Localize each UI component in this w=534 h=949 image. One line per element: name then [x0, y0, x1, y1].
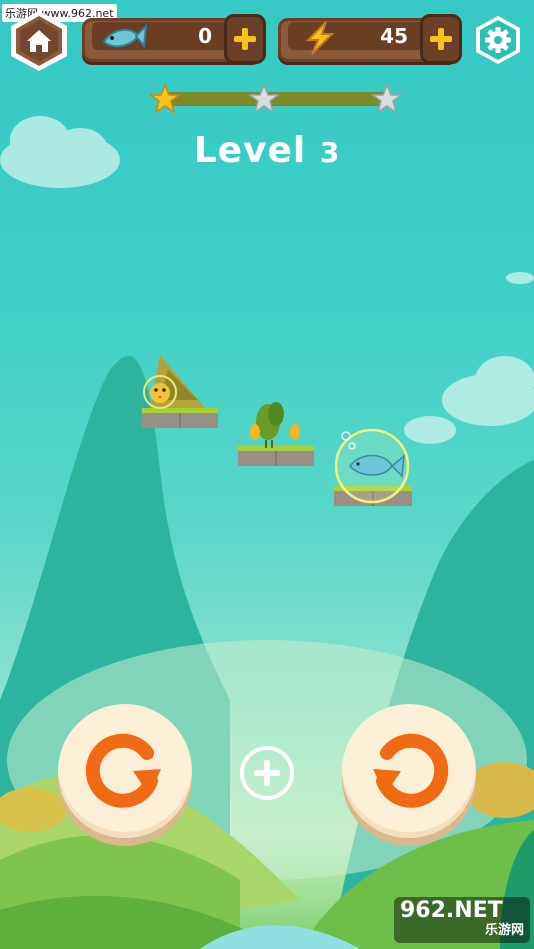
add-button[interactable]	[240, 746, 294, 800]
platform-2	[238, 402, 314, 466]
lightning-icon	[305, 21, 335, 55]
fish-count: 0	[198, 24, 212, 48]
settings-button[interactable]	[472, 14, 524, 66]
gear-icon	[476, 16, 520, 64]
level-number: 3	[319, 136, 341, 169]
rotate-left-icon	[85, 733, 161, 808]
watermark-bottom-big: 962.NET	[400, 898, 503, 923]
plus-icon	[254, 760, 280, 786]
add-energy-button[interactable]	[420, 14, 462, 64]
rotate-left-button[interactable]	[58, 704, 192, 838]
star-3-icon	[372, 84, 402, 114]
rotate-right-button[interactable]	[342, 704, 476, 838]
platform-3	[334, 428, 412, 506]
platform-1	[142, 355, 218, 428]
star-2-icon	[249, 84, 279, 114]
home-button[interactable]	[6, 8, 72, 74]
level-progress-bar	[150, 84, 402, 114]
watermark-bottom-small: 乐游网	[484, 923, 524, 938]
home-icon	[11, 11, 67, 71]
fish-icon	[102, 23, 148, 49]
star-1-icon	[150, 84, 180, 114]
watermark-bottom: 962.NET 乐游网	[394, 897, 530, 943]
level-label: Level	[193, 130, 307, 171]
energy-count: 45	[380, 24, 408, 48]
level-title: Level 3	[0, 130, 534, 171]
rotate-right-icon	[373, 733, 449, 808]
plus-icon	[234, 28, 256, 50]
plus-icon	[430, 28, 452, 50]
add-fish-button[interactable]	[224, 14, 266, 64]
